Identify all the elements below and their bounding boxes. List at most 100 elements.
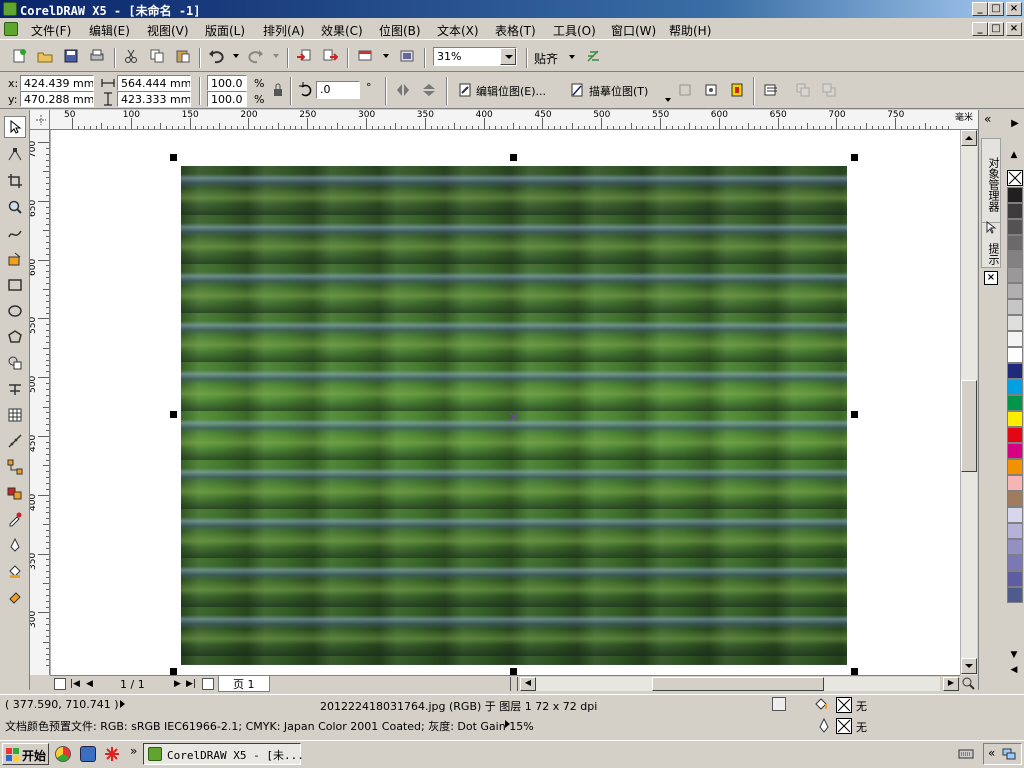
add-page-after-icon[interactable] bbox=[202, 678, 214, 690]
color-swatch[interactable] bbox=[1007, 379, 1023, 395]
last-page-icon[interactable]: ▶| bbox=[186, 679, 196, 689]
blend-tool-icon[interactable] bbox=[4, 482, 26, 504]
color-swatch[interactable] bbox=[1007, 539, 1023, 555]
menu-table[interactable]: 表格(T) bbox=[495, 22, 536, 39]
rotation-angle-field[interactable]: .0 bbox=[316, 81, 360, 99]
vertical-scrollbar[interactable] bbox=[960, 130, 977, 675]
zoom-tool-icon[interactable] bbox=[4, 196, 26, 218]
color-swatch[interactable] bbox=[1007, 363, 1023, 379]
menu-arrange[interactable]: 排列(A) bbox=[263, 22, 305, 39]
coreldraw-app-icon[interactable] bbox=[3, 2, 17, 16]
undo-icon[interactable] bbox=[205, 45, 227, 67]
color-swatch[interactable] bbox=[1007, 219, 1023, 235]
ellipse-tool-icon[interactable] bbox=[4, 300, 26, 322]
mirror-horizontal-icon[interactable] bbox=[392, 79, 414, 101]
color-swatch[interactable] bbox=[1007, 235, 1023, 251]
fill-none-swatch[interactable] bbox=[836, 697, 852, 713]
rectangle-tool-icon[interactable] bbox=[4, 274, 26, 296]
options-icon[interactable] bbox=[582, 45, 604, 67]
crop-tool-icon[interactable] bbox=[4, 170, 26, 192]
palette-arrow-down-icon[interactable]: ▼ bbox=[1007, 650, 1021, 662]
save-icon[interactable] bbox=[60, 45, 82, 67]
doc-close-button[interactable]: × bbox=[1006, 22, 1022, 36]
print-icon[interactable] bbox=[86, 45, 108, 67]
lock-ratio-icon[interactable] bbox=[273, 83, 283, 97]
vertical-ruler[interactable]: 700 650 600 550 500 450 400 350 300 bbox=[30, 130, 50, 675]
color-swatch[interactable] bbox=[1007, 523, 1023, 539]
mirror-vertical-icon[interactable] bbox=[418, 79, 440, 101]
launcher-dropdown-chevron-icon[interactable] bbox=[383, 54, 389, 58]
color-swatch[interactable] bbox=[1007, 299, 1023, 315]
undo-dropdown-chevron-icon[interactable] bbox=[233, 54, 239, 58]
color-swatch[interactable] bbox=[1007, 395, 1023, 411]
horizontal-scroll-thumb[interactable] bbox=[652, 677, 824, 691]
horizontal-ruler[interactable]: 50 100 150 200 250 300 350 400 450 500 550 600 650 70… bbox=[50, 110, 978, 130]
navigator-icon[interactable] bbox=[960, 675, 977, 692]
resample-icon[interactable] bbox=[700, 79, 722, 101]
keyboard-icon[interactable] bbox=[958, 747, 974, 761]
start-button[interactable]: 开始 bbox=[2, 743, 49, 765]
selection-handle-top-right[interactable] bbox=[851, 154, 858, 161]
color-proof-icon[interactable] bbox=[772, 697, 786, 711]
menu-bitmaps[interactable]: 位图(B) bbox=[379, 22, 421, 39]
color-swatch[interactable] bbox=[1007, 251, 1023, 267]
app-launch-icon[interactable] bbox=[104, 746, 120, 762]
scroll-right-button[interactable]: ▶ bbox=[943, 677, 959, 691]
welcome-screen-icon[interactable] bbox=[396, 45, 418, 67]
interactive-fill-tool-icon[interactable] bbox=[4, 586, 26, 608]
export-icon[interactable] bbox=[319, 45, 341, 67]
trace-bitmap-icon[interactable] bbox=[566, 79, 588, 101]
chrome-icon[interactable] bbox=[55, 746, 71, 762]
edit-bitmap-icon[interactable] bbox=[454, 79, 476, 101]
freehand-tool-icon[interactable] bbox=[4, 222, 26, 244]
color-swatch[interactable] bbox=[1007, 187, 1023, 203]
selection-handle-top[interactable] bbox=[510, 154, 517, 161]
scroll-down-button[interactable] bbox=[961, 658, 977, 674]
horizontal-scroll-track[interactable] bbox=[536, 677, 940, 691]
table-tool-icon[interactable] bbox=[4, 404, 26, 426]
menu-effects[interactable]: 效果(C) bbox=[321, 22, 363, 39]
maximize-button[interactable]: □ bbox=[988, 2, 1004, 16]
cut-icon[interactable] bbox=[120, 45, 142, 67]
minimize-button[interactable]: _ bbox=[972, 2, 988, 16]
wrap-text-icon[interactable] bbox=[760, 79, 782, 101]
palette-menu-icon[interactable]: ◀ bbox=[1007, 665, 1021, 677]
scale-x-field[interactable]: 100.0 bbox=[207, 75, 247, 91]
color-swatch[interactable] bbox=[1007, 427, 1023, 443]
color-swatch[interactable] bbox=[1007, 411, 1023, 427]
to-back-icon[interactable] bbox=[818, 79, 840, 101]
snap-chevron-down-icon[interactable] bbox=[569, 55, 575, 59]
palette-scroll-up-icon[interactable]: ▶ bbox=[1006, 118, 1024, 136]
y-position-field[interactable]: 470.288 mm bbox=[20, 91, 94, 107]
next-page-icon[interactable]: ▶ bbox=[174, 679, 181, 689]
trace-bitmap-button[interactable]: 描摹位图(T) bbox=[589, 83, 648, 99]
menu-file[interactable]: 文件(F) bbox=[31, 22, 71, 39]
color-swatch[interactable] bbox=[1007, 203, 1023, 219]
redo-icon[interactable] bbox=[245, 45, 267, 67]
to-front-icon[interactable] bbox=[792, 79, 814, 101]
menu-help[interactable]: 帮助(H) bbox=[669, 22, 711, 39]
menu-edit[interactable]: 编辑(E) bbox=[89, 22, 130, 39]
scroll-thumb[interactable] bbox=[961, 380, 977, 472]
outline-none-swatch[interactable] bbox=[836, 718, 852, 734]
close-button[interactable]: × bbox=[1006, 2, 1022, 16]
selection-handle-bottom-right[interactable] bbox=[851, 668, 858, 675]
color-swatch[interactable] bbox=[1007, 507, 1023, 523]
color-swatch[interactable] bbox=[1007, 555, 1023, 571]
coords-expand-icon[interactable] bbox=[120, 700, 125, 708]
width-field[interactable]: 564.444 mm bbox=[117, 75, 191, 91]
copy-icon[interactable] bbox=[146, 45, 168, 67]
color-swatch[interactable] bbox=[1007, 491, 1023, 507]
color-swatch[interactable] bbox=[1007, 267, 1023, 283]
add-page-icon[interactable] bbox=[54, 678, 66, 690]
snap-to-menu[interactable]: 贴齐 bbox=[534, 50, 558, 67]
scale-y-field[interactable]: 100.0 bbox=[207, 91, 247, 107]
x-position-field[interactable]: 424.439 mm bbox=[20, 75, 94, 91]
crop-bitmap-icon[interactable] bbox=[674, 79, 696, 101]
document-icon[interactable] bbox=[4, 22, 18, 36]
eyedropper-tool-icon[interactable] bbox=[4, 508, 26, 530]
scroll-splitter[interactable] bbox=[510, 677, 518, 691]
basic-shapes-tool-icon[interactable] bbox=[4, 352, 26, 374]
ruler-origin[interactable] bbox=[30, 110, 50, 130]
profile-expand-icon[interactable] bbox=[505, 720, 510, 728]
